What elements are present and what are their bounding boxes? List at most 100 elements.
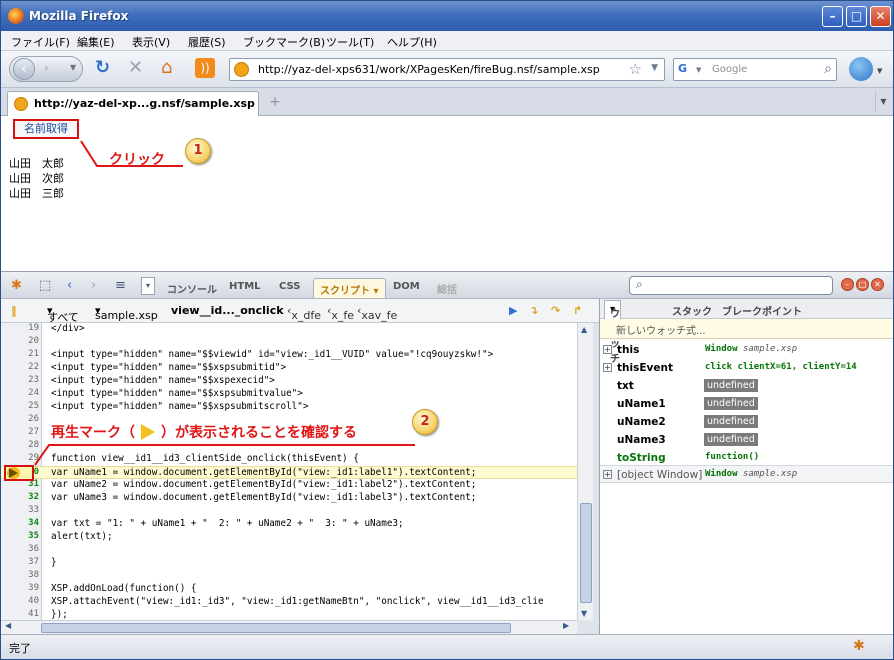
scroll-down-icon[interactable]: ▼	[581, 609, 587, 618]
stack-frame[interactable]: ‹ x_dfe	[287, 304, 321, 322]
back-button[interactable]: ‹	[13, 58, 35, 80]
menu-edit[interactable]: 編集(E)	[77, 34, 115, 50]
code-line[interactable]: 35 alert(txt);	[1, 531, 577, 544]
tab-breakpoints[interactable]: ブレークポイント	[722, 303, 802, 318]
code-line[interactable]: 38	[1, 570, 577, 583]
search-bar[interactable]: G ▼ Google ⌕	[673, 58, 837, 81]
new-tab-button[interactable]: +	[263, 91, 287, 115]
line-number[interactable]: 37	[1, 557, 39, 567]
script-source-view[interactable]: 19 </div> 20 21 <input type="hidden" name="$…	[1, 323, 577, 620]
tab-script[interactable]: スクリプト ▾	[313, 278, 386, 298]
url-text[interactable]: http://yaz-del-xps631/work/XPagesKen/fir…	[258, 63, 600, 76]
menu-history[interactable]: 履歴(S)	[188, 34, 226, 50]
line-number[interactable]: 22	[1, 362, 39, 372]
panel-menu-icon[interactable]: ≡	[115, 278, 126, 293]
menu-tools[interactable]: ツール(T)	[326, 34, 374, 50]
panel-dropdown-icon[interactable]: ▾	[141, 277, 155, 295]
code-line[interactable]: 19 </div>	[1, 323, 577, 336]
scroll-right-icon[interactable]: ▶	[563, 621, 569, 630]
stack-frame[interactable]: ‹ xav_fe	[357, 304, 397, 322]
code-line[interactable]: 41});	[1, 609, 577, 620]
step-over-icon[interactable]: ↷	[551, 304, 560, 317]
bookmark-star-icon[interactable]: ☆	[629, 60, 642, 78]
tab-list-icon[interactable]: ▼	[875, 92, 891, 112]
reload-icon[interactable]: ↻	[95, 59, 110, 77]
line-number[interactable]: 35	[1, 531, 39, 541]
line-number[interactable]: 25	[1, 401, 39, 411]
engine-dropdown-icon[interactable]: ▼	[696, 66, 701, 74]
scope-row[interactable]: + [object Window] Window sample.xsp	[600, 465, 893, 483]
line-number[interactable]: 32	[1, 492, 39, 502]
watch-row[interactable]: uName1 undefined	[600, 395, 893, 413]
code-line[interactable]: 34 var txt = "1: " + uName1 + " 2: " + uN…	[1, 518, 577, 531]
code-line[interactable]: 20	[1, 336, 577, 349]
forward-icon[interactable]: ›	[91, 278, 96, 293]
code-line[interactable]: 37}	[1, 557, 577, 570]
line-number[interactable]: 20	[1, 336, 39, 346]
code-line[interactable]: 23 <input type="hidden" name="$$xspexecid…	[1, 375, 577, 388]
scroll-up-icon[interactable]: ▲	[581, 325, 587, 334]
line-number[interactable]: 38	[1, 570, 39, 580]
tab-net[interactable]: 総括	[437, 281, 457, 296]
code-line[interactable]: 25 <input type="hidden" name="$$xspsubmit…	[1, 401, 577, 414]
minimize-button[interactable]: –	[822, 6, 843, 27]
line-number[interactable]: 40	[1, 596, 39, 606]
tab-console[interactable]: コンソール	[167, 281, 217, 296]
file-select[interactable]: sample.xsp ▾	[95, 304, 158, 322]
firebug-search-input[interactable]: ⌕	[629, 276, 833, 295]
inspect-icon[interactable]: ⬚	[39, 278, 51, 293]
menu-file[interactable]: ファイル(F)	[11, 34, 70, 50]
code-horizontal-scrollbar[interactable]: ◀ ▶	[1, 620, 577, 634]
stop-icon[interactable]: ✕	[128, 59, 143, 77]
line-number[interactable]: 41	[1, 609, 39, 619]
code-line[interactable]: 36	[1, 544, 577, 557]
firebug-minimize-icon[interactable]: –	[841, 278, 854, 291]
code-line[interactable]: 33	[1, 505, 577, 518]
line-number[interactable]: 24	[1, 388, 39, 398]
tab-html[interactable]: HTML	[229, 281, 261, 292]
hscroll-thumb[interactable]	[41, 623, 511, 633]
code-line[interactable]: 24 <input type="hidden" name="$$xspsubmit…	[1, 388, 577, 401]
line-number[interactable]: 39	[1, 583, 39, 593]
step-out-icon[interactable]: ↱	[573, 304, 582, 317]
url-dropdown-icon[interactable]: ▼	[651, 63, 658, 73]
continue-icon[interactable]: ▶	[509, 304, 517, 317]
line-number[interactable]: 21	[1, 349, 39, 359]
line-number[interactable]: 33	[1, 505, 39, 515]
filter-select[interactable]: すべて ▾	[47, 304, 79, 324]
menu-help[interactable]: ヘルプ(H)	[387, 34, 437, 50]
addon-dropdown-icon[interactable]: ▼	[877, 67, 882, 75]
firebug-detach-icon[interactable]: □	[856, 278, 869, 291]
menu-bookmarks[interactable]: ブックマーク(B)	[243, 34, 325, 50]
code-vertical-scrollbar[interactable]: ▲ ▼	[577, 323, 593, 620]
url-bar[interactable]: http://yaz-del-xps631/work/XPagesKen/fir…	[229, 58, 665, 81]
watch-row[interactable]: uName2 undefined	[600, 413, 893, 431]
watch-row[interactable]: + thisEvent click clientX=61, clientY=14	[600, 359, 893, 377]
menu-view[interactable]: 表示(V)	[132, 34, 170, 50]
firebug-icon[interactable]: ✱	[11, 278, 22, 293]
code-line[interactable]: 32 var uName3 = window.document.getElemen…	[1, 492, 577, 505]
tab-watch[interactable]: ウォッチ ▾	[604, 300, 622, 365]
code-line[interactable]: 31 var uName2 = window.document.getElemen…	[1, 479, 577, 492]
new-watch-input[interactable]: 新しいウォッチ式...	[600, 319, 893, 339]
tab-stack[interactable]: スタック	[672, 303, 712, 318]
watch-row[interactable]: + this Window sample.xsp	[600, 341, 893, 359]
watch-row[interactable]: txt undefined	[600, 377, 893, 395]
scroll-thumb[interactable]	[580, 503, 592, 603]
watch-row[interactable]: uName3 undefined	[600, 431, 893, 449]
tab-dom[interactable]: DOM	[393, 281, 420, 292]
code-line[interactable]: 40 XSP.attachEvent("view:_id1:_id3", "vie…	[1, 596, 577, 609]
home-icon[interactable]: ⌂	[161, 59, 172, 77]
line-number[interactable]: 36	[1, 544, 39, 554]
line-number[interactable]: 23	[1, 375, 39, 385]
close-button[interactable]: ✕	[870, 6, 891, 27]
maximize-button[interactable]: □	[846, 6, 867, 27]
google-engine-icon[interactable]: G	[678, 62, 694, 78]
line-number[interactable]: 19	[1, 323, 39, 333]
expand-icon[interactable]: +	[603, 363, 612, 372]
break-on-next-icon[interactable]: ‖	[11, 304, 17, 317]
tab-css[interactable]: CSS	[279, 281, 300, 292]
step-into-icon[interactable]: ↴	[529, 304, 538, 317]
stack-frame-current[interactable]: view__id..._onclick	[171, 304, 284, 317]
expand-icon[interactable]: +	[603, 345, 612, 354]
